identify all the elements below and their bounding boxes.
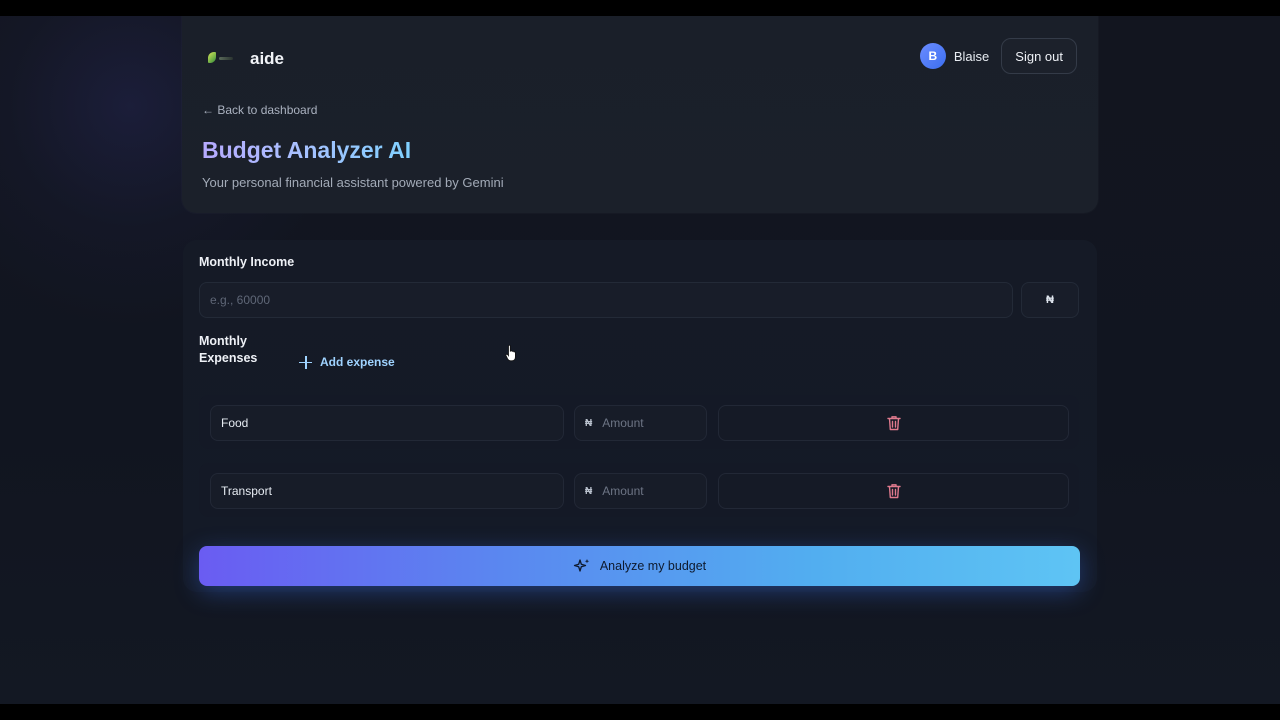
delete-expense-button[interactable] xyxy=(718,473,1069,509)
header-card: aide B Blaise Sign out ← Back to dashboa… xyxy=(182,16,1098,213)
app-viewport: aide B Blaise Sign out ← Back to dashboa… xyxy=(0,16,1280,704)
expense-row: Transport ₦ Amount xyxy=(199,463,1079,517)
sparkle-icon xyxy=(573,559,590,572)
monthly-expenses-label: Monthly Expenses xyxy=(199,334,258,365)
app-name: aide xyxy=(250,49,285,68)
currency-selector[interactable]: ₦ xyxy=(1021,282,1079,318)
add-expense-label: Add expense xyxy=(320,355,395,369)
expense-amount-input[interactable]: ₦ Amount xyxy=(574,405,707,441)
aide-leaf-logo-icon xyxy=(208,52,234,66)
plus-icon xyxy=(299,355,312,369)
page-title: Budget Analyzer AI xyxy=(202,137,412,163)
analyze-budget-button[interactable]: Analyze my budget xyxy=(199,546,1080,586)
trash-icon xyxy=(886,416,901,431)
currency-symbol: ₦ xyxy=(585,417,593,429)
delete-expense-button[interactable] xyxy=(718,405,1069,441)
trash-icon xyxy=(886,484,901,499)
expense-row: Food ₦ Amount xyxy=(199,395,1079,449)
amount-placeholder: Amount xyxy=(602,484,644,498)
expense-name-input[interactable]: Food xyxy=(210,405,564,441)
currency-symbol: ₦ xyxy=(585,485,593,497)
user-menu: B Blaise Sign out xyxy=(919,38,1077,74)
analyze-budget-label: Analyze my budget xyxy=(599,559,707,573)
add-expense-button[interactable]: Add expense xyxy=(299,355,395,369)
monthly-income-input[interactable] xyxy=(199,282,1013,318)
user-name: Blaise xyxy=(953,48,990,64)
budget-form-card: Monthly Income ₦ Monthly Expenses Add ex… xyxy=(183,240,1097,592)
logo[interactable]: aide xyxy=(208,49,284,69)
avatar[interactable]: B xyxy=(919,43,946,69)
expense-name-input[interactable]: Transport xyxy=(210,473,564,509)
back-to-dashboard-link[interactable]: ← Back to dashboard xyxy=(202,103,317,117)
expense-amount-input[interactable]: ₦ Amount xyxy=(574,473,707,509)
monthly-income-label: Monthly Income xyxy=(199,255,295,269)
mouse-cursor-icon xyxy=(505,344,516,362)
sign-out-button[interactable]: Sign out xyxy=(1001,38,1077,74)
page-subtitle: Your personal financial assistant powere… xyxy=(202,175,504,190)
amount-placeholder: Amount xyxy=(602,416,644,430)
